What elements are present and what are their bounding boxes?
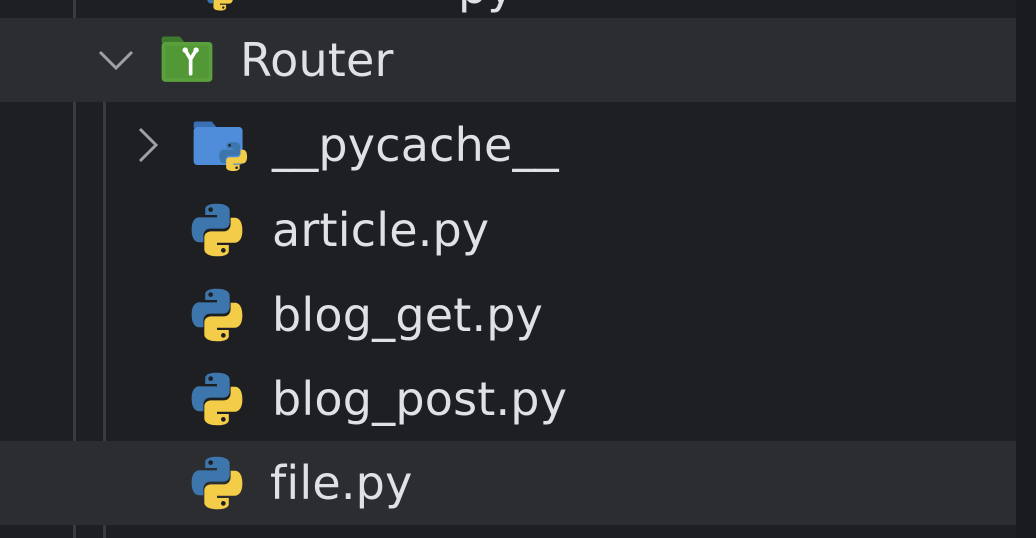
python-icon	[188, 286, 246, 344]
tree-item-label: Router	[240, 33, 394, 87]
chevron-down-icon[interactable]	[94, 38, 138, 82]
previous-item-partial[interactable]: py	[0, 0, 1016, 16]
tree-item-router[interactable]: Router	[0, 18, 1016, 102]
chevron-right-icon[interactable]	[126, 123, 170, 167]
scrollbar-track[interactable]	[1016, 0, 1036, 538]
tree-item-label: file.py	[270, 456, 413, 510]
tree-item-label: blog_post.py	[272, 372, 568, 426]
tree-item-label: __pycache__	[272, 118, 559, 172]
tree-item-blog-get[interactable]: blog_get.py	[0, 273, 1016, 357]
tree-item-file[interactable]: file.py	[0, 441, 1016, 525]
tree-item-label: article.py	[272, 203, 490, 257]
python-icon	[188, 370, 246, 428]
python-icon	[188, 454, 246, 512]
python-folder-icon	[193, 121, 248, 175]
previous-item-label: py	[458, 0, 514, 14]
python-icon	[200, 0, 240, 12]
tree-item-article[interactable]: article.py	[0, 188, 1016, 272]
python-icon	[188, 201, 246, 259]
package-folder-icon	[161, 36, 213, 82]
tree-item-blog-post[interactable]: blog_post.py	[0, 357, 1016, 441]
project-tree: py Router	[0, 0, 1036, 538]
tree-item-label: blog_get.py	[272, 288, 544, 342]
tree-item-pycache[interactable]: __pycache__	[0, 103, 1016, 187]
